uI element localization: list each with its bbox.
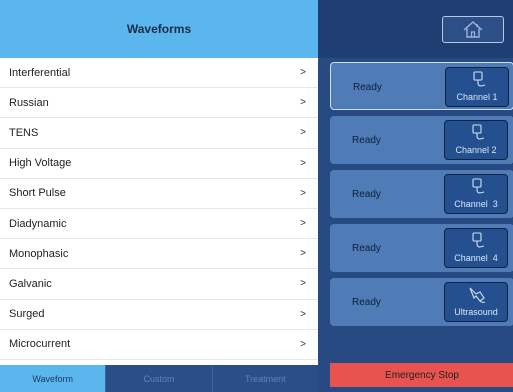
channel-status: Ready <box>352 243 381 254</box>
electrode-icon <box>472 232 485 248</box>
waveform-item-label: High Voltage <box>9 157 72 170</box>
waveform-item-microcurrent[interactable]: Microcurrent > <box>0 329 318 360</box>
channel-label: Channel 4 <box>454 253 498 263</box>
chevron-right-icon: > <box>300 97 306 109</box>
waveform-item-label: TENS <box>9 126 39 139</box>
waveform-item-galvanic[interactable]: Galvanic > <box>0 269 318 300</box>
waveform-item-interferential[interactable]: Interferential > <box>0 58 318 89</box>
electrode-icon <box>473 71 486 87</box>
chevron-right-icon: > <box>300 67 306 79</box>
ultrasound-button[interactable]: Ultrasound <box>444 282 508 322</box>
waveform-item-label: Microcurrent <box>9 338 71 351</box>
bottom-tab-bar: Waveform Custom Treatment <box>0 365 318 392</box>
waveform-item-label: Monophasic <box>9 247 69 260</box>
channel-panel: Ready Channel 1 Ready Channel 2 Ready Ch… <box>318 0 513 392</box>
channel-card-3: Ready Channel 3 <box>330 170 513 218</box>
tab-waveform[interactable]: Waveform <box>0 365 107 392</box>
channel-1-button[interactable]: Channel 1 <box>445 67 509 107</box>
electrode-icon <box>472 178 485 194</box>
waveform-item-russian[interactable]: Russian > <box>0 88 318 119</box>
channel-card-4: Ready Channel 4 <box>330 224 513 272</box>
channel-status: Ready <box>352 135 381 146</box>
waveform-item-surged[interactable]: Surged > <box>0 299 318 330</box>
chevron-right-icon: > <box>300 127 306 139</box>
channel-label: Ultrasound <box>454 307 498 317</box>
tab-custom[interactable]: Custom <box>106 365 213 392</box>
chevron-right-icon: > <box>300 187 306 199</box>
chevron-right-icon: > <box>300 218 306 230</box>
channel-label: Channel 1 <box>456 92 498 102</box>
channel-label: Channel 2 <box>455 145 497 155</box>
waveform-item-monophasic[interactable]: Monophasic > <box>0 239 318 270</box>
channel-status: Ready <box>352 297 381 308</box>
waveform-item-label: Surged <box>9 308 45 321</box>
waveform-item-high-voltage[interactable]: High Voltage > <box>0 148 318 179</box>
tab-treatment[interactable]: Treatment <box>212 365 318 392</box>
waveform-item-label: Interferential <box>9 66 71 79</box>
page-title: Waveforms <box>126 22 192 36</box>
chevron-right-icon: > <box>300 278 306 290</box>
waveform-item-tens[interactable]: TENS > <box>0 118 318 149</box>
waveform-item-label: Short Pulse <box>9 187 66 200</box>
channel-status: Ready <box>352 189 381 200</box>
chevron-right-icon: > <box>300 308 306 320</box>
channel-4-button[interactable]: Channel 4 <box>444 228 508 268</box>
home-icon <box>463 21 483 38</box>
chevron-right-icon: > <box>300 248 306 260</box>
waveform-panel: Waveforms Interferential > Russian > TEN… <box>0 0 318 392</box>
chevron-right-icon: > <box>300 157 306 169</box>
channel-status: Ready <box>353 82 382 93</box>
waveform-item-label: Diadynamic <box>9 217 67 230</box>
waveform-item-diadynamic[interactable]: Diadynamic > <box>0 208 318 240</box>
channel-2-button[interactable]: Channel 2 <box>444 120 508 160</box>
waveforms-header: Waveforms <box>0 0 318 58</box>
waveform-item-short-pulse[interactable]: Short Pulse > <box>0 178 318 209</box>
home-button[interactable] <box>442 16 504 43</box>
chevron-right-icon: > <box>300 338 306 350</box>
channel-card-1: Ready Channel 1 <box>330 62 513 110</box>
waveform-item-label: Russian <box>9 96 49 109</box>
channel-3-button[interactable]: Channel 3 <box>444 174 508 214</box>
emergency-stop-button[interactable]: Emergency Stop <box>330 363 513 387</box>
top-bar <box>318 0 513 58</box>
waveform-list: Interferential > Russian > TENS > High V… <box>0 58 318 360</box>
ultrasound-probe-icon <box>469 287 486 303</box>
electrode-icon <box>472 124 485 140</box>
waveform-item-label: Galvanic <box>9 277 52 290</box>
channel-card-2: Ready Channel 2 <box>330 116 513 164</box>
channel-card-ultrasound: Ready Ultrasound <box>330 278 513 326</box>
channel-label: Channel 3 <box>454 199 498 209</box>
